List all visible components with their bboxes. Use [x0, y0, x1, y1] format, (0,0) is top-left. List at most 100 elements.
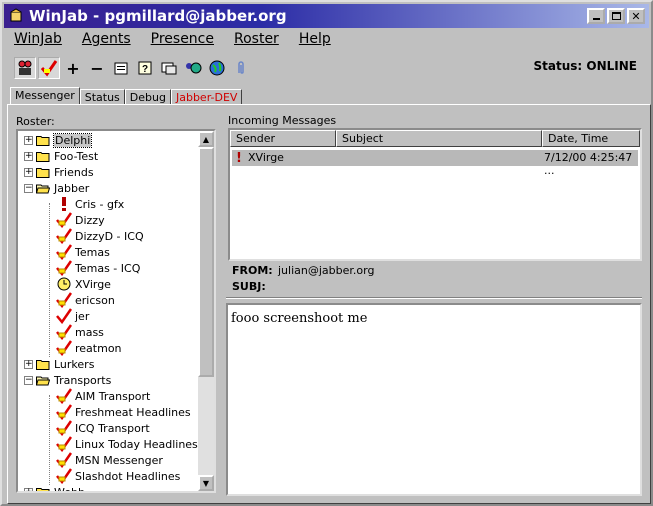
roster-contact[interactable]: DizzyD - ICQ	[56, 228, 144, 244]
properties-button[interactable]	[110, 57, 132, 79]
roster-contact[interactable]: Dizzy	[56, 212, 105, 228]
collapse-icon[interactable]: −	[24, 183, 33, 193]
scroll-thumb[interactable]	[198, 147, 214, 377]
expand-icon[interactable]: +	[24, 135, 33, 145]
offline-check-icon	[56, 340, 72, 356]
tab-messenger[interactable]: Messenger	[10, 87, 80, 105]
tab-debug[interactable]: Debug	[124, 89, 171, 105]
title-bar[interactable]: WinJab - pgmillard@jabber.org ✕	[4, 4, 649, 28]
menu-roster[interactable]: Roster	[224, 31, 289, 47]
roster-contact[interactable]: jer	[56, 308, 89, 324]
status-text: Status: ONLINE	[533, 59, 637, 73]
roster-item-label: Temas - ICQ	[75, 261, 141, 275]
roster-item-label: Temas	[75, 245, 110, 259]
message-button[interactable]	[158, 57, 180, 79]
column-datetime[interactable]: Date, Time	[542, 130, 640, 147]
scroll-up-button[interactable]: ▲	[198, 131, 214, 147]
roster-contact[interactable]: ICQ Transport	[56, 420, 150, 436]
roster-contact[interactable]: Freshmeat Headlines	[56, 404, 191, 420]
roster-group[interactable]: − Transports	[24, 372, 111, 388]
message-datetime: 7/12/00 4:25:47 ...	[544, 151, 633, 177]
scroll-down-button[interactable]: ▼	[198, 475, 214, 491]
menu-winjab[interactable]: WinJab	[4, 31, 72, 47]
column-sender[interactable]: Sender	[230, 130, 336, 147]
roster-item-label: Foo-Test	[54, 149, 99, 163]
tab-jabber-dev[interactable]: Jabber-DEV	[170, 89, 243, 105]
attach-button[interactable]	[230, 57, 252, 79]
roster-group[interactable]: + Friends	[24, 164, 94, 180]
agents-button[interactable]	[182, 57, 204, 79]
maximize-icon	[611, 12, 621, 20]
roster-item-label: Transports	[54, 373, 112, 387]
incoming-label: Incoming Messages	[228, 114, 337, 127]
roster-item-label: DizzyD - ICQ	[75, 229, 144, 243]
roster-item-label: Dizzy	[75, 213, 105, 227]
roster-contact[interactable]: XVirge	[56, 276, 111, 292]
message-body[interactable]: fooo screenshoot me	[226, 303, 642, 496]
roster-item-label: Freshmeat Headlines	[75, 405, 191, 419]
check-icon	[40, 60, 58, 77]
offline-check-icon	[56, 388, 72, 404]
maximize-button[interactable]	[607, 8, 625, 24]
roster-group[interactable]: + Webb	[24, 484, 85, 493]
roster-contact[interactable]: Linux Today Headlines	[56, 436, 198, 452]
expand-icon[interactable]: +	[24, 151, 33, 161]
roster-item-label: reatmon	[75, 341, 122, 355]
window-title: WinJab - pgmillard@jabber.org	[29, 7, 287, 25]
clock-icon	[56, 276, 72, 292]
up-arrow-icon: ▲	[202, 134, 210, 144]
contacts-button[interactable]	[38, 57, 60, 79]
roster-contact[interactable]: Temas	[56, 244, 110, 260]
column-subject[interactable]: Subject	[336, 130, 542, 147]
add-button[interactable]: +	[62, 57, 84, 79]
roster-contact[interactable]: mass	[56, 324, 104, 340]
offline-check-icon	[56, 292, 72, 308]
message-sender: XVirge	[248, 151, 284, 164]
roster-contact[interactable]: Cris - gfx	[56, 196, 124, 212]
folder-icon	[36, 135, 50, 146]
message-row[interactable]: ! XVirge 7/12/00 4:25:47 ...	[232, 150, 638, 177]
expand-icon[interactable]: +	[24, 487, 33, 491]
roster-contact[interactable]: MSN Messenger	[56, 452, 163, 468]
roster-group[interactable]: + Delphi	[24, 132, 93, 148]
roster-item-label: Slashdot Headlines	[75, 469, 181, 483]
roster-group[interactable]: − Jabber	[24, 180, 89, 196]
roster-contact[interactable]: Temas - ICQ	[56, 260, 140, 276]
roster-item-label: Delphi	[52, 132, 93, 148]
roster-contact[interactable]: reatmon	[56, 340, 122, 356]
menu-presence[interactable]: Presence	[141, 31, 224, 47]
browse-button[interactable]	[206, 57, 228, 79]
properties-icon	[114, 62, 128, 75]
roster-contact[interactable]: ericson	[56, 292, 115, 308]
incoming-messages-list[interactable]: Sender Subject Date, Time ! XVirge 7/12/…	[228, 128, 642, 261]
roster-contact[interactable]: Slashdot Headlines	[56, 468, 180, 484]
close-button[interactable]: ✕	[627, 8, 645, 24]
tab-status[interactable]: Status	[79, 89, 125, 105]
roster-tree[interactable]: + Delphi + Foo-Test + Friends − Jabber Cris - gf…	[16, 129, 216, 493]
roster-item-label: Webb	[54, 485, 85, 493]
collapse-icon[interactable]: −	[24, 375, 33, 385]
roster-group[interactable]: + Foo-Test	[24, 148, 98, 164]
roster-item-label: Jabber	[54, 181, 90, 195]
offline-check-icon	[56, 404, 72, 420]
people-button[interactable]	[14, 57, 36, 79]
offline-check-icon	[56, 244, 72, 260]
roster-scrollbar[interactable]: ▲ ▼	[198, 131, 214, 491]
toolbar: + − ? Status: ONLINE	[4, 54, 649, 82]
minimize-button[interactable]	[587, 8, 605, 24]
help-button[interactable]: ?	[134, 57, 156, 79]
roster-contact[interactable]: AIM Transport	[56, 388, 150, 404]
roster-group[interactable]: + Lurkers	[24, 356, 94, 372]
header-divider	[226, 297, 642, 299]
menu-agents[interactable]: Agents	[72, 31, 141, 47]
remove-button[interactable]: −	[86, 57, 108, 79]
expand-icon[interactable]: +	[24, 359, 33, 369]
main-window: WinJab - pgmillard@jabber.org ✕ WinJab A…	[0, 0, 653, 506]
roster-item-label: ICQ Transport	[75, 421, 150, 435]
away-icon	[56, 196, 72, 212]
expand-icon[interactable]: +	[24, 167, 33, 177]
online-check-icon	[56, 308, 72, 324]
roster-item-label: Cris - gfx	[75, 197, 125, 211]
message-icon	[161, 62, 177, 75]
menu-help[interactable]: Help	[289, 31, 341, 47]
